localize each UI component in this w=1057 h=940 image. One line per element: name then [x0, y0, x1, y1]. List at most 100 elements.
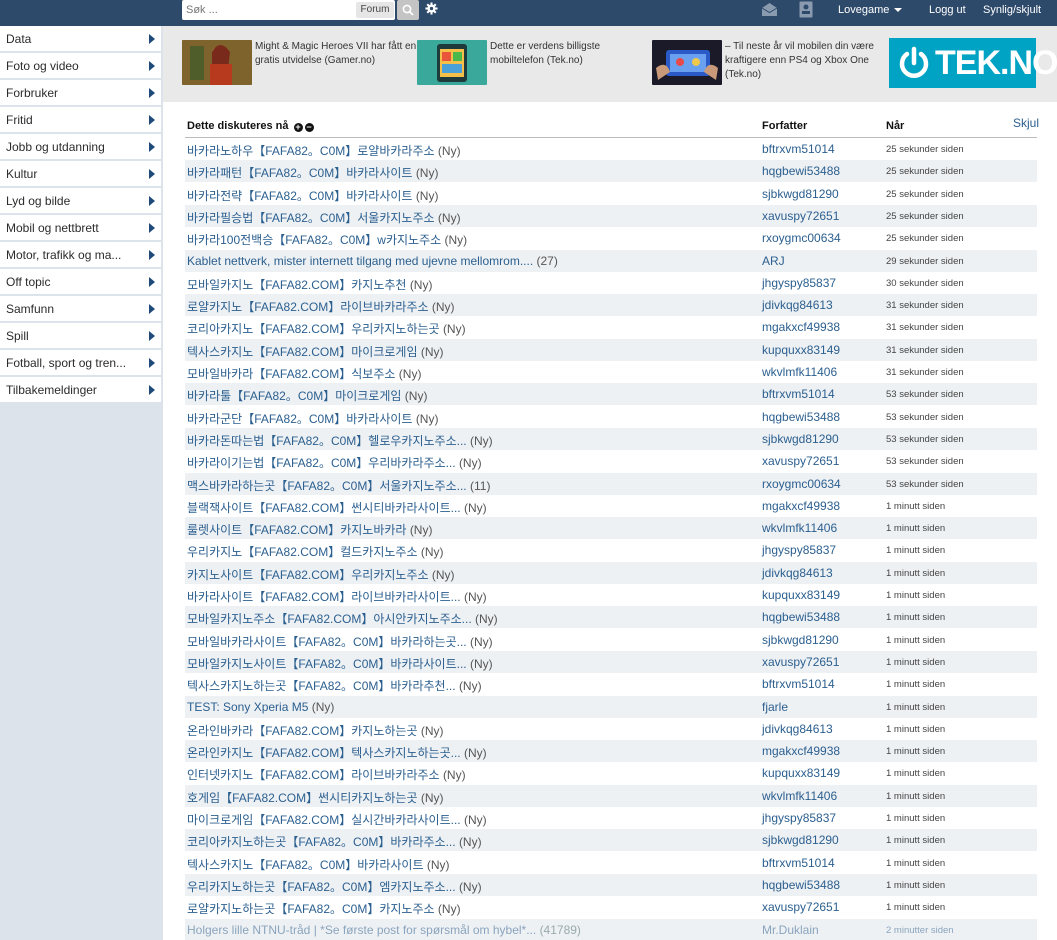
topic-title-link[interactable]: 바카라사이트【FAFA82.COM】라이브바카라사이트... (Ny): [187, 588, 757, 605]
table-row[interactable]: 텍사스카지노【FAFA82。C0M】바카라사이트 (Ny) bftrxvm5101…: [185, 852, 1037, 874]
table-row[interactable]: Kablet nettverk, mister internett tilgan…: [185, 249, 1037, 272]
author-link[interactable]: kupquxx83149: [762, 343, 840, 357]
sidebar-item[interactable]: Data: [0, 26, 161, 52]
news-headline[interactable]: Might & Magic Heroes VII har fått en gra…: [255, 40, 419, 68]
sidebar-item[interactable]: Lyd og bilde: [0, 188, 161, 214]
sidebar-item[interactable]: Samfunn: [0, 296, 161, 322]
author-link[interactable]: jdivkqg84613: [762, 722, 833, 736]
table-row[interactable]: 인터넷카지노【FAFA82.COM】라이브바카라주소 (Ny) kupquxx83…: [185, 762, 1037, 784]
sidebar-item[interactable]: Off topic: [0, 269, 161, 295]
author-link[interactable]: wkvlmfk11406: [762, 521, 837, 535]
author-link[interactable]: xavuspy72651: [762, 900, 839, 914]
author-link[interactable]: jhgyspy85837: [762, 811, 836, 825]
topic-title-link[interactable]: Kablet nettverk, mister internett tilgan…: [187, 254, 757, 268]
table-row[interactable]: 모바일바카라사이트【FAFA82。C0M】바카라하는곳... (Ny) sjbkw…: [185, 629, 1037, 651]
topic-title-link[interactable]: 카지노사이트【FAFA82.COM】우리카지노주소 (Ny): [187, 566, 757, 583]
topic-title-link[interactable]: 바카라군단【FAFA82。C0M】바카라사이트 (Ny): [187, 410, 757, 427]
author-link[interactable]: ARJ: [762, 254, 785, 268]
table-row[interactable]: 카지노사이트【FAFA82.COM】우리카지노주소 (Ny) jdivkqg846…: [185, 561, 1037, 584]
topic-title-link[interactable]: 로얄카지노【FAFA82.COM】라이브바카라주소 (Ny): [187, 298, 757, 315]
sidebar-item[interactable]: Spill: [0, 323, 161, 349]
chevron-right-icon[interactable]: [149, 223, 155, 233]
sidebar-item[interactable]: Fotball, sport og tren...: [0, 350, 161, 376]
author-link[interactable]: rxoygmc00634: [762, 231, 841, 245]
sidebar-item[interactable]: Fritid: [0, 107, 161, 133]
author-link[interactable]: xavuspy72651: [762, 454, 839, 468]
chevron-right-icon[interactable]: [149, 142, 155, 152]
author-link[interactable]: mgakxcf49938: [762, 320, 840, 334]
sidebar-item[interactable]: Foto og video: [0, 53, 161, 79]
author-link[interactable]: jhgyspy85837: [762, 276, 836, 290]
news-headline[interactable]: – Til neste år vil mobilen din være kraf…: [725, 40, 889, 82]
visibility-toggle[interactable]: Synlig/skjult: [983, 4, 1041, 16]
search-scope-dropdown[interactable]: Forum: [356, 2, 394, 18]
author-link[interactable]: bftrxvm51014: [762, 856, 835, 870]
table-row[interactable]: 바카라사이트【FAFA82.COM】라이브바카라사이트... (Ny) kupqu…: [185, 584, 1037, 606]
sidebar-item[interactable]: Forbruker: [0, 80, 161, 106]
collapse-icon[interactable]: −: [304, 123, 314, 132]
topic-title-link[interactable]: 코리아카지노【FAFA82.COM】우리카지노하는곳 (Ny): [187, 320, 757, 337]
chevron-right-icon[interactable]: [149, 88, 155, 98]
table-row[interactable]: 바카라필승법【FAFA82。C0M】서울카지노주소 (Ny) xavuspy726…: [185, 204, 1037, 227]
topic-title-link[interactable]: 온라인바카라【FAFA82.COM】카지노하는곳 (Ny): [187, 722, 757, 739]
chevron-right-icon[interactable]: [149, 331, 155, 341]
table-row[interactable]: 맥스바카라하는곳【FAFA82。C0M】서울카지노주소... (11) rxoyg…: [185, 472, 1037, 495]
chevron-right-icon[interactable]: [149, 115, 155, 125]
table-row[interactable]: 바카라군단【FAFA82。C0M】바카라사이트 (Ny) hqgbewi53488…: [185, 406, 1037, 428]
chevron-right-icon[interactable]: [149, 304, 155, 314]
topic-title-link[interactable]: 바카라100전백승【FAFA82。C0M】w카지노주소 (Ny): [187, 231, 757, 248]
topic-title-link[interactable]: 텍사스카지노【FAFA82。C0M】바카라사이트 (Ny): [187, 856, 757, 873]
chevron-right-icon[interactable]: [149, 61, 155, 71]
topic-title-link[interactable]: 바카라전략【FAFA82。C0M】바카라사이트 (Ny): [187, 187, 757, 204]
table-row[interactable]: 온라인카지노【FAFA82.COM】텍사스카지노하는곳... (Ny) mgakx…: [185, 740, 1037, 763]
chevron-right-icon[interactable]: [149, 385, 155, 395]
chevron-right-icon[interactable]: [149, 277, 155, 287]
author-link[interactable]: rxoygmc00634: [762, 477, 841, 491]
topic-title-link[interactable]: 텍사스카지노하는곳【FAFA82。C0M】바카라추천... (Ny): [187, 677, 757, 694]
table-row[interactable]: 모바일카지노【FAFA82.COM】카지노추천 (Ny) jhgyspy85837…: [185, 272, 1037, 294]
author-link[interactable]: wkvlmfk11406: [762, 365, 837, 379]
topic-title-link[interactable]: 모바일바카라【FAFA82.COM】식보주소 (Ny): [187, 365, 757, 382]
sidebar-item[interactable]: Tilbakemeldinger: [0, 377, 161, 403]
table-row[interactable]: 우리카지노하는곳【FAFA82。C0M】엠카지노주소... (Ny) hqgbew…: [185, 873, 1037, 896]
search-input[interactable]: [182, 0, 352, 20]
mail-icon[interactable]: [761, 2, 778, 20]
author-link[interactable]: sjbkwgd81290: [762, 833, 839, 847]
tek-logo[interactable]: TEK.NO: [889, 38, 1057, 88]
table-row[interactable]: 온라인바카라【FAFA82.COM】카지노하는곳 (Ny) jdivkqg8461…: [185, 718, 1037, 740]
table-row[interactable]: 바카라패턴【FAFA82。C0M】바카라사이트 (Ny) hqgbewi53488…: [185, 160, 1037, 183]
table-row[interactable]: 우리카지노【FAFA82.COM】컬드카지노주소 (Ny) jhgyspy8583…: [185, 539, 1037, 561]
topic-title-link[interactable]: 바카라툴【FAFA82。C0M】마이크로게임 (Ny): [187, 387, 757, 404]
topic-title-link[interactable]: 바카라패턴【FAFA82。C0M】바카라사이트 (Ny): [187, 164, 757, 181]
gear-icon[interactable]: [425, 2, 438, 18]
table-row[interactable]: 텍사스카지노【FAFA82.COM】마이크로게임 (Ny) kupquxx8314…: [185, 338, 1037, 361]
topic-title-link[interactable]: 룰렛사이트【FAFA82.COM】카지노바카라 (Ny): [187, 521, 757, 538]
author-link[interactable]: jdivkqg84613: [762, 298, 833, 312]
table-row[interactable]: 로얄카지노【FAFA82.COM】라이브바카라주소 (Ny) jdivkqg846…: [185, 294, 1037, 317]
chevron-right-icon[interactable]: [149, 34, 155, 44]
search-button[interactable]: [397, 0, 419, 20]
table-row[interactable]: 블랙잭사이트【FAFA82.COM】썬시티바카라사이트... (Ny) mgakx…: [185, 495, 1037, 517]
topic-title-link[interactable]: 모바일카지노사이트【FAFA82。C0M】바카라사이트... (Ny): [187, 655, 757, 672]
sidebar-item[interactable]: Mobil og nettbrett: [0, 215, 161, 241]
author-link[interactable]: mgakxcf49938: [762, 499, 840, 513]
topic-title-link[interactable]: 호게임【FAFA82.COM】썬시티카지노하는곳 (Ny): [187, 789, 757, 806]
author-link[interactable]: jhgyspy85837: [762, 543, 836, 557]
author-link[interactable]: wkvlmfk11406: [762, 789, 837, 803]
author-link[interactable]: jdivkqg84613: [762, 566, 833, 580]
topic-title-link[interactable]: TEST: Sony Xperia M5 (Ny): [187, 700, 757, 714]
author-link[interactable]: bftrxvm51014: [762, 142, 835, 156]
topic-title-link[interactable]: 텍사스카지노【FAFA82.COM】마이크로게임 (Ny): [187, 343, 757, 360]
table-row[interactable]: 로얄카지노하는곳【FAFA82。C0M】카지노주소 (Ny) xavuspy726…: [185, 896, 1037, 918]
table-row[interactable]: 마이크로게임【FAFA82.COM】실시간바카라사이트... (Ny) jhgys…: [185, 807, 1037, 829]
table-row[interactable]: 코리아카지노【FAFA82.COM】우리카지노하는곳 (Ny) mgakxcf49…: [185, 316, 1037, 338]
profile-badge-icon[interactable]: [799, 1, 813, 21]
topic-title-link[interactable]: 마이크로게임【FAFA82.COM】실시간바카라사이트... (Ny): [187, 811, 757, 828]
table-row[interactable]: 바카라돈따는법【FAFA82。C0M】헬로우카지노주소... (Ny) sjbkw…: [185, 427, 1037, 450]
table-row[interactable]: 바카라100전백승【FAFA82。C0M】w카지노주소 (Ny) rxoygmc0…: [185, 227, 1037, 249]
topic-title-link[interactable]: 로얄카지노하는곳【FAFA82。C0M】카지노주소 (Ny): [187, 900, 757, 917]
topic-title-link[interactable]: 맥스바카라하는곳【FAFA82。C0M】서울카지노주소... (11): [187, 477, 757, 494]
table-row[interactable]: Holgers lille NTNU-tråd | *Se første pos…: [185, 918, 1037, 940]
topic-title-link[interactable]: 모바일카지노【FAFA82.COM】카지노추천 (Ny): [187, 276, 757, 293]
user-menu[interactable]: Lovegame: [838, 4, 903, 16]
